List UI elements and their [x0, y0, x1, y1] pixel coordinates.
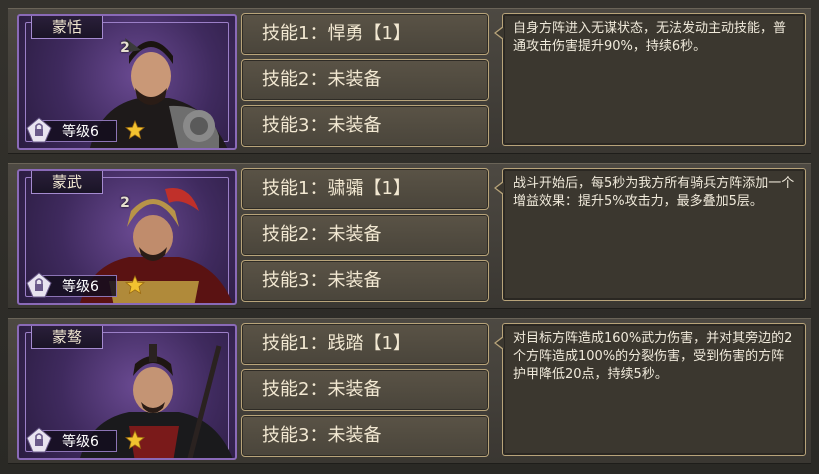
skill-slot-1[interactable]: 技能1：骕骦【1】 — [241, 168, 489, 210]
hero-level-text: 等级6 — [62, 124, 99, 140]
star-icon — [125, 275, 145, 295]
hero-level-text: 等级6 — [62, 279, 99, 295]
skill-slot-1[interactable]: 技能1：悍勇【1】 — [241, 13, 489, 55]
skill-description-text: 对目标方阵造成160%武力伤害，并对其旁边的2个方阵造成100%的分裂伤害，受到… — [513, 331, 793, 382]
skill-slot-2[interactable]: 技能2：未装备 — [241, 214, 489, 256]
pointer-arrow — [494, 26, 504, 40]
hero-row: 2 蒙恬 等级6 技能1：悍勇【1】 技能2：未装备 技能3：未装备 自身方阵进… — [8, 8, 811, 154]
skill-slot-1[interactable]: 技能1：践踏【1】 — [241, 323, 489, 365]
skill-description-text: 战斗开始后，每5秒为我方所有骑兵方阵添加一个增益效果：提升5%攻击力，最多叠加5… — [513, 176, 795, 209]
skill-slot-3[interactable]: 技能3：未装备 — [241, 105, 489, 147]
hero-name: 蒙武 — [31, 171, 103, 194]
skill-list: 技能1：悍勇【1】 技能2：未装备 技能3：未装备 — [241, 13, 491, 151]
pointer-arrow — [494, 181, 504, 195]
padlock-icon[interactable] — [25, 116, 53, 144]
star-icon — [125, 120, 145, 140]
hero-row: 2 蒙武 等级6 技能1：骕骦【1】 技能2：未装备 技能3：未装备 战斗开始后… — [8, 163, 811, 309]
skill-description-text: 自身方阵进入无谋状态，无法发动主动技能，普通攻击伤害提升90%，持续6秒。 — [513, 21, 787, 54]
skill-list: 技能1：骕骦【1】 技能2：未装备 技能3：未装备 — [241, 168, 491, 306]
hero-badge — [115, 348, 135, 368]
padlock-icon[interactable] — [25, 271, 53, 299]
skill-slot-2[interactable]: 技能2：未装备 — [241, 369, 489, 411]
star-icon — [125, 430, 145, 450]
hero-skill-panel: 2 蒙恬 等级6 技能1：悍勇【1】 技能2：未装备 技能3：未装备 自身方阵进… — [0, 0, 819, 474]
hero-portrait[interactable]: 2 蒙武 等级6 — [17, 169, 237, 305]
skill-slot-2[interactable]: 技能2：未装备 — [241, 59, 489, 101]
hero-level-text: 等级6 — [62, 434, 99, 450]
skill-slot-3[interactable]: 技能3：未装备 — [241, 260, 489, 302]
hero-name: 蒙骜 — [31, 326, 103, 349]
hero-name: 蒙恬 — [31, 16, 103, 39]
hero-portrait[interactable]: 2 蒙恬 等级6 — [17, 14, 237, 150]
skill-slot-3[interactable]: 技能3：未装备 — [241, 415, 489, 457]
skill-list: 技能1：践踏【1】 技能2：未装备 技能3：未装备 — [241, 323, 491, 461]
padlock-icon[interactable] — [25, 426, 53, 454]
hero-portrait[interactable]: 蒙骜 等级6 — [17, 324, 237, 460]
skill-description: 战斗开始后，每5秒为我方所有骑兵方阵添加一个增益效果：提升5%攻击力，最多叠加5… — [494, 168, 806, 301]
hero-row: 蒙骜 等级6 技能1：践踏【1】 技能2：未装备 技能3：未装备 对目标方阵造成… — [8, 318, 811, 464]
hero-badge: 2 — [120, 195, 130, 211]
skill-description: 对目标方阵造成160%武力伤害，并对其旁边的2个方阵造成100%的分裂伤害，受到… — [494, 323, 806, 456]
hero-badge: 2 — [120, 40, 130, 56]
pointer-arrow — [494, 336, 504, 350]
skill-description: 自身方阵进入无谋状态，无法发动主动技能，普通攻击伤害提升90%，持续6秒。 — [494, 13, 806, 146]
